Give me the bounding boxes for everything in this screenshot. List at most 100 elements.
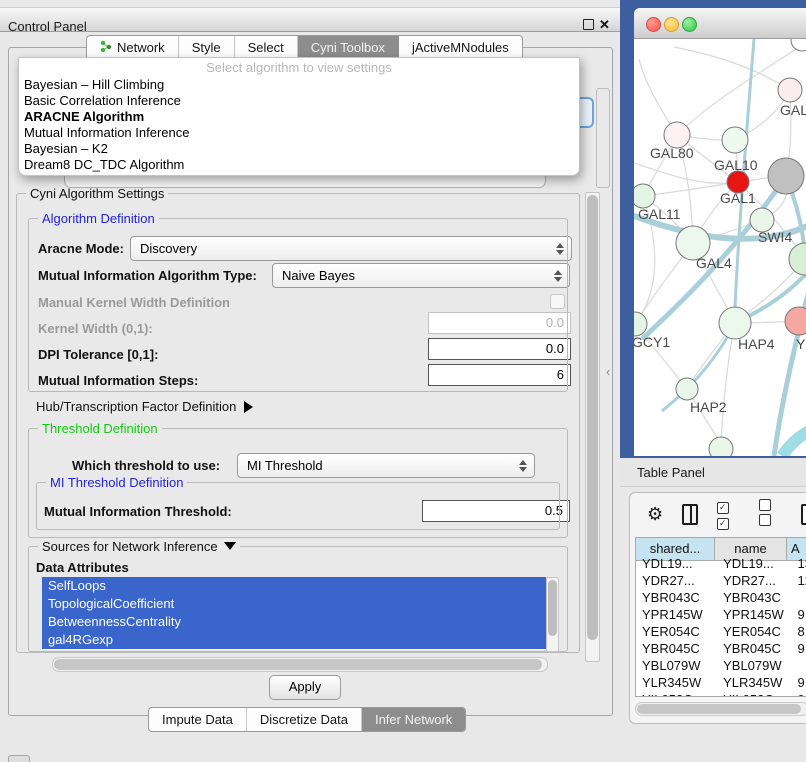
table-panel-card: ⚙ ✓✓ shared...nameA YDL19...YDL19...13YD… — [629, 492, 806, 724]
network-node[interactable] — [791, 39, 806, 51]
table-row[interactable]: YDL19...YDL19...13 — [636, 555, 806, 572]
table-row[interactable]: YER054CYER054C8. — [636, 623, 806, 640]
table-cell: YBL079W — [636, 657, 717, 674]
window-close-icon[interactable] — [646, 17, 661, 32]
network-node[interactable] — [789, 243, 806, 275]
table-cell: YDL19... — [717, 555, 791, 572]
network-node-hap4[interactable] — [719, 307, 751, 339]
table-cell: YLR345W — [717, 674, 791, 691]
table-cell: YDR27... — [717, 572, 791, 589]
select-all-checks-icon[interactable]: ✓✓ — [717, 498, 740, 530]
table-cell: YPR145W — [636, 606, 717, 623]
tab-network-label: Network — [117, 40, 165, 55]
table-row[interactable]: YPR145WYPR145W9. — [636, 606, 806, 623]
algorithm-option-bayesian-k2[interactable]: Bayesian – K2 — [19, 141, 579, 157]
network-tree-icon — [100, 40, 112, 56]
settings-hscrollbar-thumb[interactable] — [54, 659, 542, 670]
table-panel-header: Table Panel — [620, 458, 806, 487]
network-node-gal[interactable] — [778, 78, 802, 102]
algorithm-popup-list: Bayesian – Hill ClimbingBasic Correlatio… — [19, 77, 579, 173]
table-cell: 9 — [791, 691, 806, 696]
apply-button[interactable]: Apply — [269, 675, 341, 700]
tab-impute-data-label: Impute Data — [162, 712, 233, 727]
cyni-algorithm-settings-title: Cyni Algorithm Settings — [26, 186, 168, 201]
table-row[interactable]: YBR045CYBR045C9. — [636, 640, 806, 657]
cyni-bottom-tabbar: Impute Data Discretize Data Infer Network — [148, 707, 466, 732]
tab-select[interactable]: Select — [235, 36, 298, 59]
network-node-label: GAL11 — [638, 206, 681, 222]
settings-hscrollbar[interactable] — [52, 657, 548, 672]
algorithm-option-dream8-dc-tdc-algorithm[interactable]: Dream8 DC_TDC Algorithm — [19, 157, 579, 173]
network-node-gcy1[interactable] — [634, 312, 647, 336]
export-table-icon[interactable] — [801, 504, 806, 525]
settings-scrollbar-thumb[interactable] — [587, 195, 598, 640]
network-node-label: HAP2 — [690, 399, 727, 415]
columns-icon[interactable] — [682, 504, 698, 525]
algorithm-option-aracne-algorithm[interactable]: ARACNE Algorithm — [19, 109, 579, 125]
table-cell: YBR043C — [717, 589, 791, 606]
algorithm-option-basic-correlation-inference[interactable]: Basic Correlation Inference — [19, 93, 579, 109]
tab-infer-network-label: Infer Network — [375, 712, 452, 727]
float-window-icon[interactable] — [583, 19, 594, 30]
table-cell: YBR045C — [636, 640, 717, 657]
tab-cyni-toolbox[interactable]: Cyni Toolbox — [298, 36, 399, 59]
table-row[interactable]: YLR345WYLR345W9. — [636, 674, 806, 691]
table-row[interactable]: YIL052CYIL052C9 — [636, 691, 806, 696]
panel-divider-arrow-icon[interactable]: ‹ — [606, 364, 610, 379]
hidden-groupbox-fragment — [596, 88, 610, 188]
network-node-y[interactable] — [785, 307, 806, 335]
network-node-gal11[interactable] — [634, 184, 655, 208]
algorithm-definition-title: Algorithm Definition — [38, 211, 159, 226]
node-table: shared...nameA YDL19...YDL19...13YDR27..… — [635, 537, 806, 697]
settings-scrollbar[interactable] — [585, 192, 600, 662]
network-node-label: SWI4 — [758, 229, 792, 245]
bottom-corner-button[interactable] — [8, 755, 30, 762]
network-node[interactable] — [709, 437, 733, 456]
tab-network[interactable]: Network — [87, 36, 179, 59]
tab-jactivemnodules[interactable]: jActiveMNodules — [399, 36, 522, 59]
attributes-scrollbar[interactable] — [546, 577, 559, 652]
deselect-all-checks-icon[interactable] — [759, 499, 782, 529]
attributes-scrollbar-thumb[interactable] — [548, 580, 557, 636]
network-node-label: HAP4 — [738, 336, 775, 352]
algorithm-option-mutual-information-inference[interactable]: Mutual Information Inference — [19, 125, 579, 141]
network-node-label: GAL4 — [696, 255, 732, 271]
attribute-item-gal4rgexp[interactable]: gal4RGexp — [42, 631, 546, 649]
attribute-item-topologicalcoefficient[interactable]: TopologicalCoefficient — [42, 595, 546, 613]
table-row[interactable]: YBL079WYBL079W — [636, 657, 806, 674]
network-node-gal10[interactable] — [722, 127, 748, 153]
sources-group-title[interactable]: Sources for Network Inference — [38, 539, 240, 554]
table-row[interactable]: YBR043CYBR043C — [636, 589, 806, 606]
network-node-label: GAL1 — [720, 190, 756, 206]
table-hscrollbar[interactable] — [635, 702, 806, 716]
table-hscrollbar-thumb[interactable] — [637, 704, 801, 714]
network-node-label: GAL — [780, 102, 806, 118]
tab-discretize-data[interactable]: Discretize Data — [247, 708, 362, 731]
window-zoom-icon[interactable] — [682, 17, 697, 32]
table-cell: YIL052C — [717, 691, 791, 696]
attribute-item-selfloops[interactable]: SelfLoops — [42, 577, 546, 595]
algorithm-popup-placeholder: Select algorithm to view settings — [19, 58, 579, 77]
tab-infer-network[interactable]: Infer Network — [362, 708, 465, 731]
tab-style[interactable]: Style — [179, 36, 235, 59]
gear-icon[interactable]: ⚙ — [647, 505, 663, 523]
table-cell: YDL19... — [636, 555, 717, 572]
algorithm-option-bayesian-hill-climbing[interactable]: Bayesian – Hill Climbing — [19, 77, 579, 93]
table-cell: YER054C — [717, 623, 791, 640]
network-node-hap2[interactable] — [676, 378, 698, 400]
table-cell: 9. — [791, 640, 806, 657]
attribute-item-betweennesscentrality[interactable]: BetweennessCentrality — [42, 613, 546, 631]
tab-impute-data[interactable]: Impute Data — [149, 708, 247, 731]
table-cell: YLR345W — [636, 674, 717, 691]
table-toolbar: ⚙ ✓✓ — [630, 493, 806, 535]
table-cell: YPR145W — [717, 606, 791, 623]
control-panel-title: Control Panel — [8, 19, 87, 34]
tab-style-label: Style — [192, 40, 221, 55]
network-canvas[interactable]: GALGAL80GAL10GAL1GAL11SWI4GAL4GCY1HAP4YH… — [634, 39, 806, 456]
table-row[interactable]: YDR27...YDR27...12 — [636, 572, 806, 589]
close-icon[interactable]: ✕ — [599, 17, 610, 33]
network-node[interactable] — [768, 158, 804, 194]
algorithm-dropdown-popup: Select algorithm to view settings Bayesi… — [18, 57, 580, 176]
table-cell: YER054C — [636, 623, 717, 640]
window-minimize-icon[interactable] — [664, 17, 679, 32]
